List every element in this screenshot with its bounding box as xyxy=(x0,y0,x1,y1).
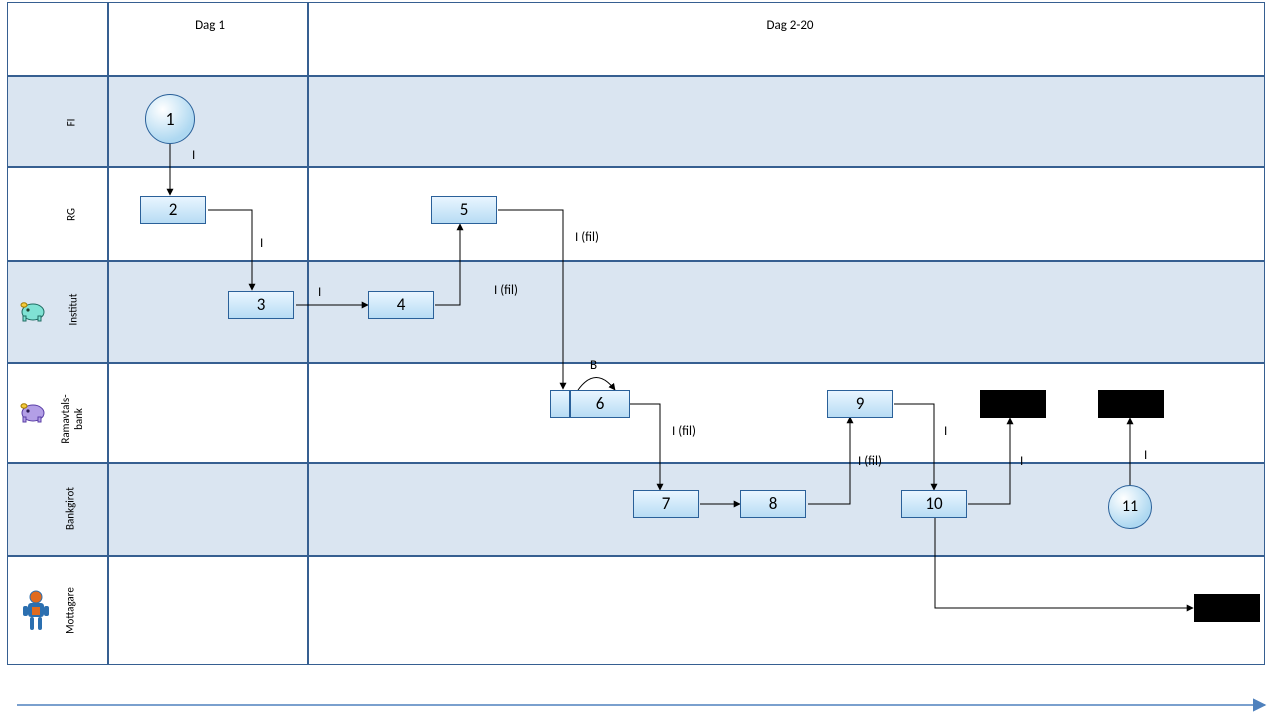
lane-label-institut: Institut xyxy=(67,285,80,335)
lane-label-rg: RG xyxy=(65,200,78,230)
node-7: 7 xyxy=(633,490,699,518)
node-black-1 xyxy=(980,390,1046,418)
edge-label-3-4: I xyxy=(318,285,321,300)
node-8: 8 xyxy=(740,490,806,518)
edge-label-8-9: I (fil) xyxy=(858,454,882,469)
swimlane-diagram: { "columns": { "c1": "Dag 1", "c2": "Dag… xyxy=(0,0,1280,728)
edge-label-2-3: I xyxy=(260,236,263,251)
node-1: 1 xyxy=(145,94,195,144)
person-icon xyxy=(22,590,50,634)
lane-label-ramavtal: Ramavtals- bank xyxy=(59,369,85,469)
edge-label-6-7: I (fil) xyxy=(672,424,696,439)
lane-label-mottagare: Mottagare xyxy=(64,581,77,641)
node-9: 9 xyxy=(827,390,893,418)
edge-label-4-5: I (fil) xyxy=(494,283,518,298)
node-6: 6 xyxy=(570,390,630,418)
column-header-dag2: Dag 2-20 xyxy=(750,18,830,33)
piggybank-purple-icon xyxy=(18,398,48,424)
column-header-dag1: Dag 1 xyxy=(180,18,240,33)
lane-label-bankgirot: Bankgirot xyxy=(64,479,77,539)
node-4: 4 xyxy=(368,291,434,319)
node-11: 11 xyxy=(1108,485,1152,529)
node-2: 2 xyxy=(140,196,206,224)
edge-label-9-10: I xyxy=(944,424,947,439)
edge-label-10-b1: I xyxy=(1020,454,1023,469)
lane-label-fi: FI xyxy=(65,108,78,138)
node-black-2 xyxy=(1098,390,1164,418)
node-5: 5 xyxy=(431,196,497,224)
piggybank-icon xyxy=(18,297,48,323)
node-6-prefix xyxy=(550,390,570,418)
edge-label-11-b2: I xyxy=(1144,448,1147,463)
node-black-3 xyxy=(1194,594,1260,622)
node-10: 10 xyxy=(901,490,967,518)
node-3: 3 xyxy=(228,291,294,319)
edge-label-6-6: B xyxy=(590,358,597,373)
edge-label-1-2: I xyxy=(192,148,195,163)
edge-label-5-6: I (fil) xyxy=(575,230,599,245)
